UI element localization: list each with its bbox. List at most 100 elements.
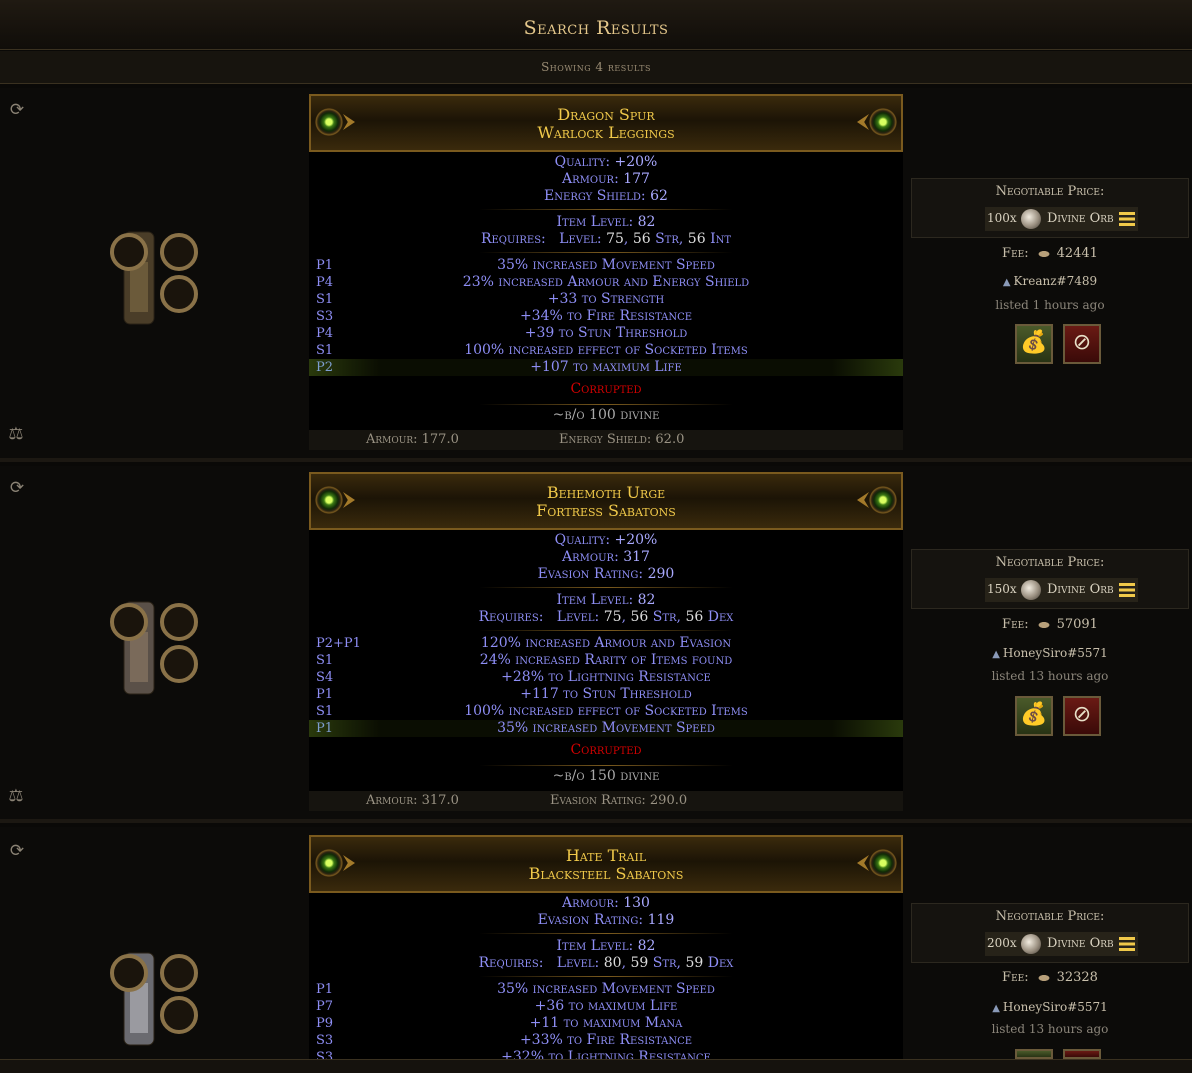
property-armour: Armour: 317 — [562, 549, 650, 565]
item-name: Dragon Spur — [557, 105, 655, 124]
item-namebar: Hate Trail Blacksteel Sabatons — [309, 835, 903, 893]
pseudo-stats: Armour: 177.0 Energy Shield: 62.0 — [309, 430, 903, 450]
separator — [309, 248, 903, 257]
item-tooltip[interactable]: Behemoth Urge Fortress Sabatons Quality:… — [309, 472, 903, 811]
item-name: Behemoth Urge — [546, 483, 666, 502]
separator — [309, 626, 903, 635]
seller-name[interactable]: ▲ HoneySiro#5571 — [911, 1000, 1189, 1014]
price-panel: Negotiable Price: 100x Divine Orb — [911, 178, 1189, 238]
seller-name[interactable]: ▲ Kreanz#7489 — [911, 274, 1189, 288]
price-label: Negotiable Price: — [995, 184, 1105, 199]
divine-orb-icon — [1021, 934, 1041, 954]
explicit-mod[interactable]: P7 +36 to maximum Life — [309, 998, 903, 1015]
separator — [309, 761, 903, 766]
separator — [309, 400, 903, 405]
price-panel: Negotiable Price: 200x Divine Orb — [911, 903, 1189, 963]
price-note: ~b/o 100 divine — [552, 407, 660, 423]
pseudo-energy-shield: Energy Shield: 62.0 — [559, 432, 685, 447]
ignore-seller-button[interactable] — [1063, 1049, 1101, 1059]
result-row: ⟳ ⚖ Dragon Spur Warlock Leggings Quality… — [0, 88, 1192, 462]
ignore-seller-button[interactable]: ⊘ — [1063, 696, 1101, 736]
seller-name[interactable]: ▲ HoneySiro#5571 — [911, 646, 1189, 660]
explicit-mod[interactable]: S3 +34% to Fire Resistance — [309, 308, 903, 325]
price-panel: Negotiable Price: 150x Divine Orb — [911, 549, 1189, 609]
price-amount: 200x — [987, 936, 1017, 950]
price-amount: 150x — [987, 582, 1017, 596]
item-art-boots — [110, 231, 198, 325]
compare-icon[interactable]: ⚖ — [6, 424, 26, 444]
results-header: Search Results — [0, 0, 1192, 50]
separator — [309, 929, 903, 938]
item-base-type: Blacksteel Sabatons — [528, 864, 684, 883]
requirements: Requires: Level: 75, 56 Str, 56 Dex — [478, 609, 734, 625]
exchange-icon[interactable] — [1119, 937, 1135, 951]
explicit-mod-highlighted[interactable]: P1 35% increased Movement Speed — [309, 720, 903, 737]
exchange-icon[interactable] — [1119, 212, 1135, 226]
gold-icon — [1034, 619, 1053, 630]
ignore-seller-button[interactable]: ⊘ — [1063, 324, 1101, 364]
explicit-mod-highlighted[interactable]: P2 +107 to maximum Life — [309, 359, 903, 376]
explicit-mod[interactable]: P4 +39 to Stun Threshold — [309, 325, 903, 342]
results-count: Showing 4 results — [541, 60, 651, 74]
listed-time: listed 13 hours ago — [991, 1022, 1109, 1036]
divine-orb-icon — [1021, 209, 1041, 229]
explicit-mod[interactable]: P1 +117 to Stun Threshold — [309, 686, 903, 703]
refresh-icon[interactable]: ⟳ — [7, 478, 27, 498]
property-evasion: Evasion Rating: 290 — [537, 566, 675, 582]
price-amount: 100x — [987, 211, 1017, 225]
exchange-icon[interactable] — [1119, 583, 1135, 597]
explicit-mod[interactable]: P1 35% increased Movement Speed — [309, 981, 903, 998]
item-namebar: Dragon Spur Warlock Leggings — [309, 94, 903, 152]
online-status-icon: ▲ — [992, 649, 1000, 660]
explicit-mod[interactable]: S1 100% increased effect of Socketed Item… — [309, 342, 903, 359]
item-art-boots — [110, 601, 198, 695]
corrupted-label: Corrupted — [570, 381, 642, 397]
results-count-bar: Showing 4 results — [0, 51, 1192, 84]
requirements: Requires: Level: 75, 56 Str, 56 Int — [480, 231, 732, 247]
requirements: Requires: Level: 80, 59 Str, 59 Dex — [478, 955, 734, 971]
result-row: ⟳ Hate Trail Blacksteel Sabatons Armour:… — [0, 827, 1192, 1073]
listed-time: listed 1 hours ago — [995, 298, 1105, 312]
explicit-mod[interactable]: S3 +32% to Lightning Resistance — [309, 1049, 903, 1059]
gold-icon — [1034, 248, 1053, 259]
refresh-icon[interactable]: ⟳ — [7, 841, 27, 861]
page-title: Search Results — [523, 17, 669, 39]
explicit-mod[interactable]: P2+P1 120% increased Armour and Evasion — [309, 635, 903, 652]
online-status-icon: ▲ — [992, 1003, 1000, 1014]
fee: Fee: 57091 — [1002, 617, 1098, 632]
explicit-mod[interactable]: S1 100% increased effect of Socketed Item… — [309, 703, 903, 720]
explicit-mod[interactable]: S1 +33 to Strength — [309, 291, 903, 308]
separator — [309, 205, 903, 214]
refresh-icon[interactable]: ⟳ — [7, 100, 27, 120]
explicit-mod[interactable]: S3 +33% to Fire Resistance — [309, 1032, 903, 1049]
bottom-border — [0, 1059, 1192, 1073]
fee: Fee: 32328 — [1002, 970, 1098, 985]
item-base-type: Fortress Sabatons — [536, 501, 676, 520]
travel-to-hideout-button[interactable]: 💰 — [1015, 696, 1053, 736]
corrupted-label: Corrupted — [570, 742, 642, 758]
price-note: ~b/o 150 divine — [552, 768, 660, 784]
property-evasion: Evasion Rating: 119 — [537, 912, 675, 928]
item-tooltip[interactable]: Hate Trail Blacksteel Sabatons Armour: 1… — [309, 835, 903, 1059]
explicit-mod[interactable]: S4 +28% to Lightning Resistance — [309, 669, 903, 686]
item-tooltip[interactable]: Dragon Spur Warlock Leggings Quality: +2… — [309, 94, 903, 450]
price-label: Negotiable Price: — [995, 909, 1105, 924]
explicit-mod[interactable]: P9 +11 to maximum Mana — [309, 1015, 903, 1032]
travel-to-hideout-button[interactable] — [1015, 1049, 1053, 1059]
explicit-mod[interactable]: S1 24% increased Rarity of Items found — [309, 652, 903, 669]
pseudo-evasion: Evasion Rating: 290.0 — [550, 793, 688, 808]
compare-icon[interactable]: ⚖ — [6, 786, 26, 806]
price-value: 150x Divine Orb — [985, 578, 1138, 602]
item-art-boots — [110, 952, 198, 1046]
pseudo-armour: Armour: 177.0 — [366, 432, 459, 447]
currency-name: Divine Orb — [1047, 211, 1114, 226]
price-label: Negotiable Price: — [995, 555, 1105, 570]
explicit-mod[interactable]: P4 23% increased Armour and Energy Shield — [309, 274, 903, 291]
currency-name: Divine Orb — [1047, 582, 1114, 597]
trade-window: { "header": { "title": "Search Results",… — [0, 0, 1192, 1073]
separator — [309, 583, 903, 592]
explicit-mod[interactable]: P1 35% increased Movement Speed — [309, 257, 903, 274]
item-name: Hate Trail — [565, 846, 647, 865]
property-energy-shield: Energy Shield: 62 — [544, 188, 668, 204]
travel-to-hideout-button[interactable]: 💰 — [1015, 324, 1053, 364]
